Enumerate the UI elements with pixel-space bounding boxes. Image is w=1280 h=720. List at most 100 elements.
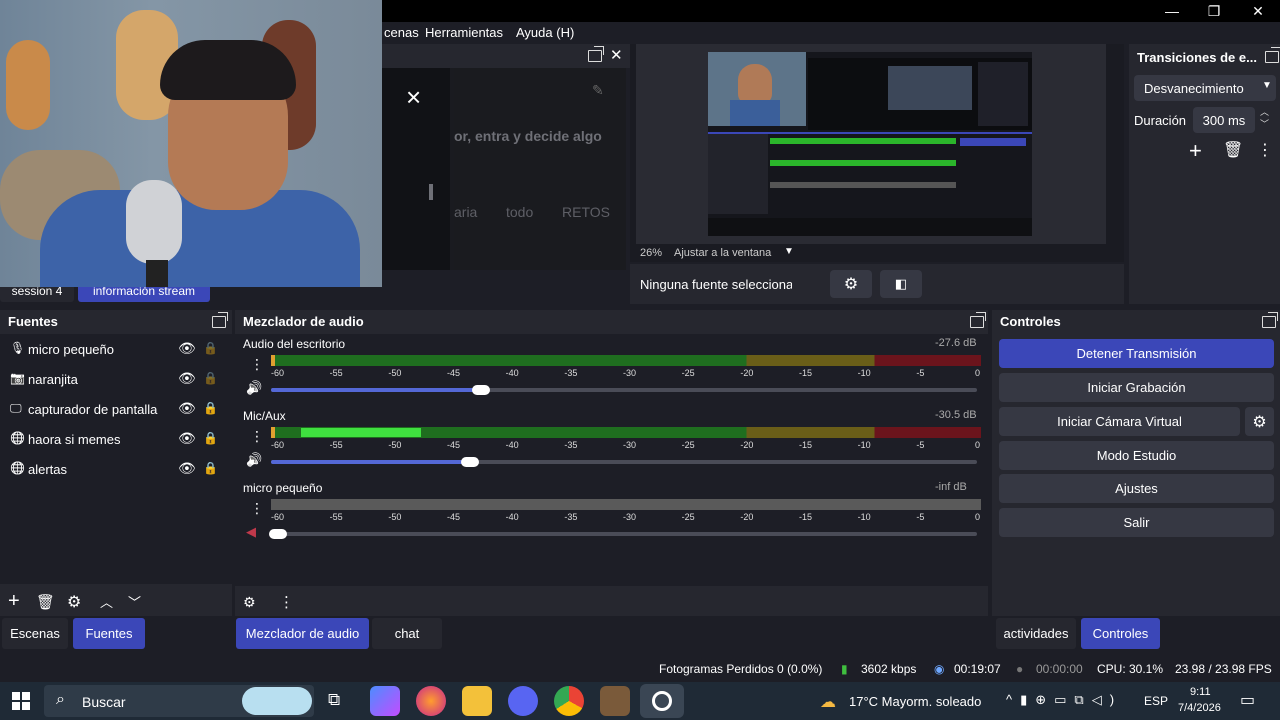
add-transition-icon[interactable]: + xyxy=(1189,138,1202,164)
more-icon[interactable]: ⋮ xyxy=(250,428,264,445)
trash-icon[interactable]: 🗑 xyxy=(1223,140,1243,160)
close-dock-icon[interactable]: ✕ xyxy=(610,46,623,64)
scroll-handle[interactable] xyxy=(429,184,433,200)
chip-retos[interactable]: RETOS xyxy=(562,204,610,220)
language-indicator[interactable]: ESP xyxy=(1144,694,1168,708)
lock-icon[interactable]: 🔒 xyxy=(203,371,218,385)
minimize-button[interactable]: — xyxy=(1150,0,1194,22)
eye-icon[interactable]: 👁 xyxy=(178,340,196,357)
clock-date[interactable]: 7/4/2026 xyxy=(1178,702,1221,714)
undock-icon[interactable] xyxy=(1265,47,1280,63)
gear-icon[interactable]: ⚙ xyxy=(1245,407,1274,436)
settings-button[interactable]: Ajustes xyxy=(999,474,1274,503)
meter-tick: -20 xyxy=(740,440,754,450)
add-source-icon[interactable]: + xyxy=(8,590,20,613)
duration-input[interactable]: 300 ms xyxy=(1193,107,1255,133)
firefox-icon[interactable] xyxy=(416,686,446,716)
volume-slider-knob[interactable] xyxy=(472,385,491,395)
source-item[interactable]: 🌐 haora si memes 👁 🔒 xyxy=(0,428,232,452)
maximize-button[interactable]: ❐ xyxy=(1192,0,1236,22)
undock-icon[interactable] xyxy=(970,312,986,328)
chip-todo[interactable]: todo xyxy=(506,204,533,220)
search-box[interactable]: ⌕ Buscar xyxy=(44,685,314,717)
more-icon[interactable]: ⋮ xyxy=(250,356,264,373)
eye-icon[interactable]: 👁 xyxy=(178,400,196,417)
tab-chat[interactable]: chat xyxy=(372,618,442,649)
duration-stepper[interactable]: ︿ ﹀ xyxy=(1260,106,1269,130)
chrome-icon[interactable] xyxy=(554,686,584,716)
more-icon[interactable]: ⋮ xyxy=(250,500,264,517)
volume-slider[interactable] xyxy=(271,532,977,536)
eye-icon[interactable]: 👁 xyxy=(178,430,196,447)
record-time: 00:00:00 xyxy=(1036,662,1083,676)
undock-icon[interactable] xyxy=(1262,312,1278,328)
close-button[interactable]: ✕ xyxy=(1236,0,1280,22)
exit-button[interactable]: Salir xyxy=(999,508,1274,537)
transition-select[interactable]: Desvanecimiento ▼ xyxy=(1134,75,1276,101)
no-source-label: Ninguna fuente seleccionad xyxy=(640,277,792,292)
channel-db: -30.5 dB xyxy=(935,409,977,421)
volume-slider-knob[interactable] xyxy=(269,529,287,539)
tab-scenes[interactable]: Escenas xyxy=(2,618,68,649)
lock-icon[interactable]: 🔒 xyxy=(203,401,218,415)
lock-icon[interactable]: 🔒 xyxy=(203,431,218,445)
menu-scenes[interactable]: cenas xyxy=(384,25,419,40)
lock-icon[interactable]: 🔒 xyxy=(203,461,218,475)
lock-icon[interactable]: 🔒 xyxy=(203,341,218,355)
source-item[interactable]: 🖵 capturador de pantalla 👁 🔒 xyxy=(0,398,232,422)
move-up-icon[interactable]: ︿ xyxy=(100,592,113,611)
mixer-channel: Mic/Aux -30.5 dB ⋮ -60 -55 -50 -45 -40 -35 -30-… xyxy=(235,406,988,476)
copilot-icon[interactable] xyxy=(370,686,400,716)
more-icon[interactable]: ⋮ xyxy=(279,593,294,611)
trash-icon[interactable]: 🗑 xyxy=(36,593,55,611)
meter-tick: -25 xyxy=(681,512,695,522)
meter-tick: -30 xyxy=(623,368,637,378)
gear-icon[interactable]: ⚙ xyxy=(67,592,81,612)
tab-audio-mixer[interactable]: Mezclador de audio xyxy=(236,618,369,649)
source-item[interactable]: 🎙 micro pequeño 👁 🔒 xyxy=(0,338,232,362)
more-icon[interactable]: ⋮ xyxy=(1257,140,1273,160)
minecraft-icon[interactable] xyxy=(600,686,630,716)
undock-icon[interactable] xyxy=(212,312,228,328)
undock-icon[interactable] xyxy=(588,46,604,62)
tab-sources[interactable]: Fuentes xyxy=(73,618,145,649)
tab-controls[interactable]: Controles xyxy=(1081,618,1160,649)
filters-icon[interactable]: ◧ xyxy=(880,270,922,298)
tray-icons[interactable]: ^▮⊕▭⧉◁) xyxy=(1006,692,1122,708)
folder-icon[interactable] xyxy=(462,686,492,716)
close-icon[interactable]: × xyxy=(406,82,421,113)
eye-icon[interactable]: 👁 xyxy=(178,370,196,387)
discord-icon[interactable] xyxy=(508,686,538,716)
source-item[interactable]: 📷 naranjita 👁 🔒 xyxy=(0,368,232,392)
studio-mode-button[interactable]: Modo Estudio xyxy=(999,441,1274,470)
notification-icon[interactable]: ▭ xyxy=(1240,690,1255,710)
fit-to-window[interactable]: Ajustar a la ventana xyxy=(674,247,771,259)
meter-tick: -15 xyxy=(799,368,813,378)
mixer-settings-icon[interactable]: ⚙ xyxy=(243,594,256,611)
clock-time[interactable]: 9:11 xyxy=(1190,686,1211,698)
menu-help[interactable]: Ayuda (H) xyxy=(516,25,574,40)
preview-canvas[interactable] xyxy=(708,52,1032,236)
windows-start-icon[interactable] xyxy=(12,692,30,710)
gear-icon[interactable]: ⚙ xyxy=(830,270,872,298)
muted-speaker-icon[interactable]: ◀ xyxy=(246,524,256,540)
obs-taskbar-icon[interactable] xyxy=(640,684,684,718)
eye-icon[interactable]: 👁 xyxy=(178,460,196,477)
stop-streaming-button[interactable]: Detener Transmisión xyxy=(999,339,1274,368)
move-down-icon[interactable]: ﹀ xyxy=(128,592,141,611)
volume-slider-fill xyxy=(271,388,475,392)
chip-aria[interactable]: aria xyxy=(454,204,477,220)
start-recording-button[interactable]: Iniciar Grabación xyxy=(999,373,1274,402)
speaker-icon[interactable]: 🔊 xyxy=(246,380,262,396)
speaker-icon[interactable]: 🔊 xyxy=(246,452,262,468)
pencil-icon[interactable]: ✎ xyxy=(592,82,604,99)
chevron-down-icon[interactable]: ▼ xyxy=(784,246,794,257)
bitrate: 3602 kbps xyxy=(861,662,917,676)
task-view-icon[interactable]: ⧉ xyxy=(328,690,340,710)
tab-activities[interactable]: actividades xyxy=(996,618,1076,649)
weather-text[interactable]: 17°C Mayorm. soleado xyxy=(849,694,981,709)
start-virtual-camera-button[interactable]: Iniciar Cámara Virtual xyxy=(999,407,1240,436)
source-item[interactable]: 🌐 alertas 👁 🔒 xyxy=(0,458,232,482)
menu-tools[interactable]: Herramientas xyxy=(425,25,503,40)
volume-slider-knob[interactable] xyxy=(461,457,480,467)
